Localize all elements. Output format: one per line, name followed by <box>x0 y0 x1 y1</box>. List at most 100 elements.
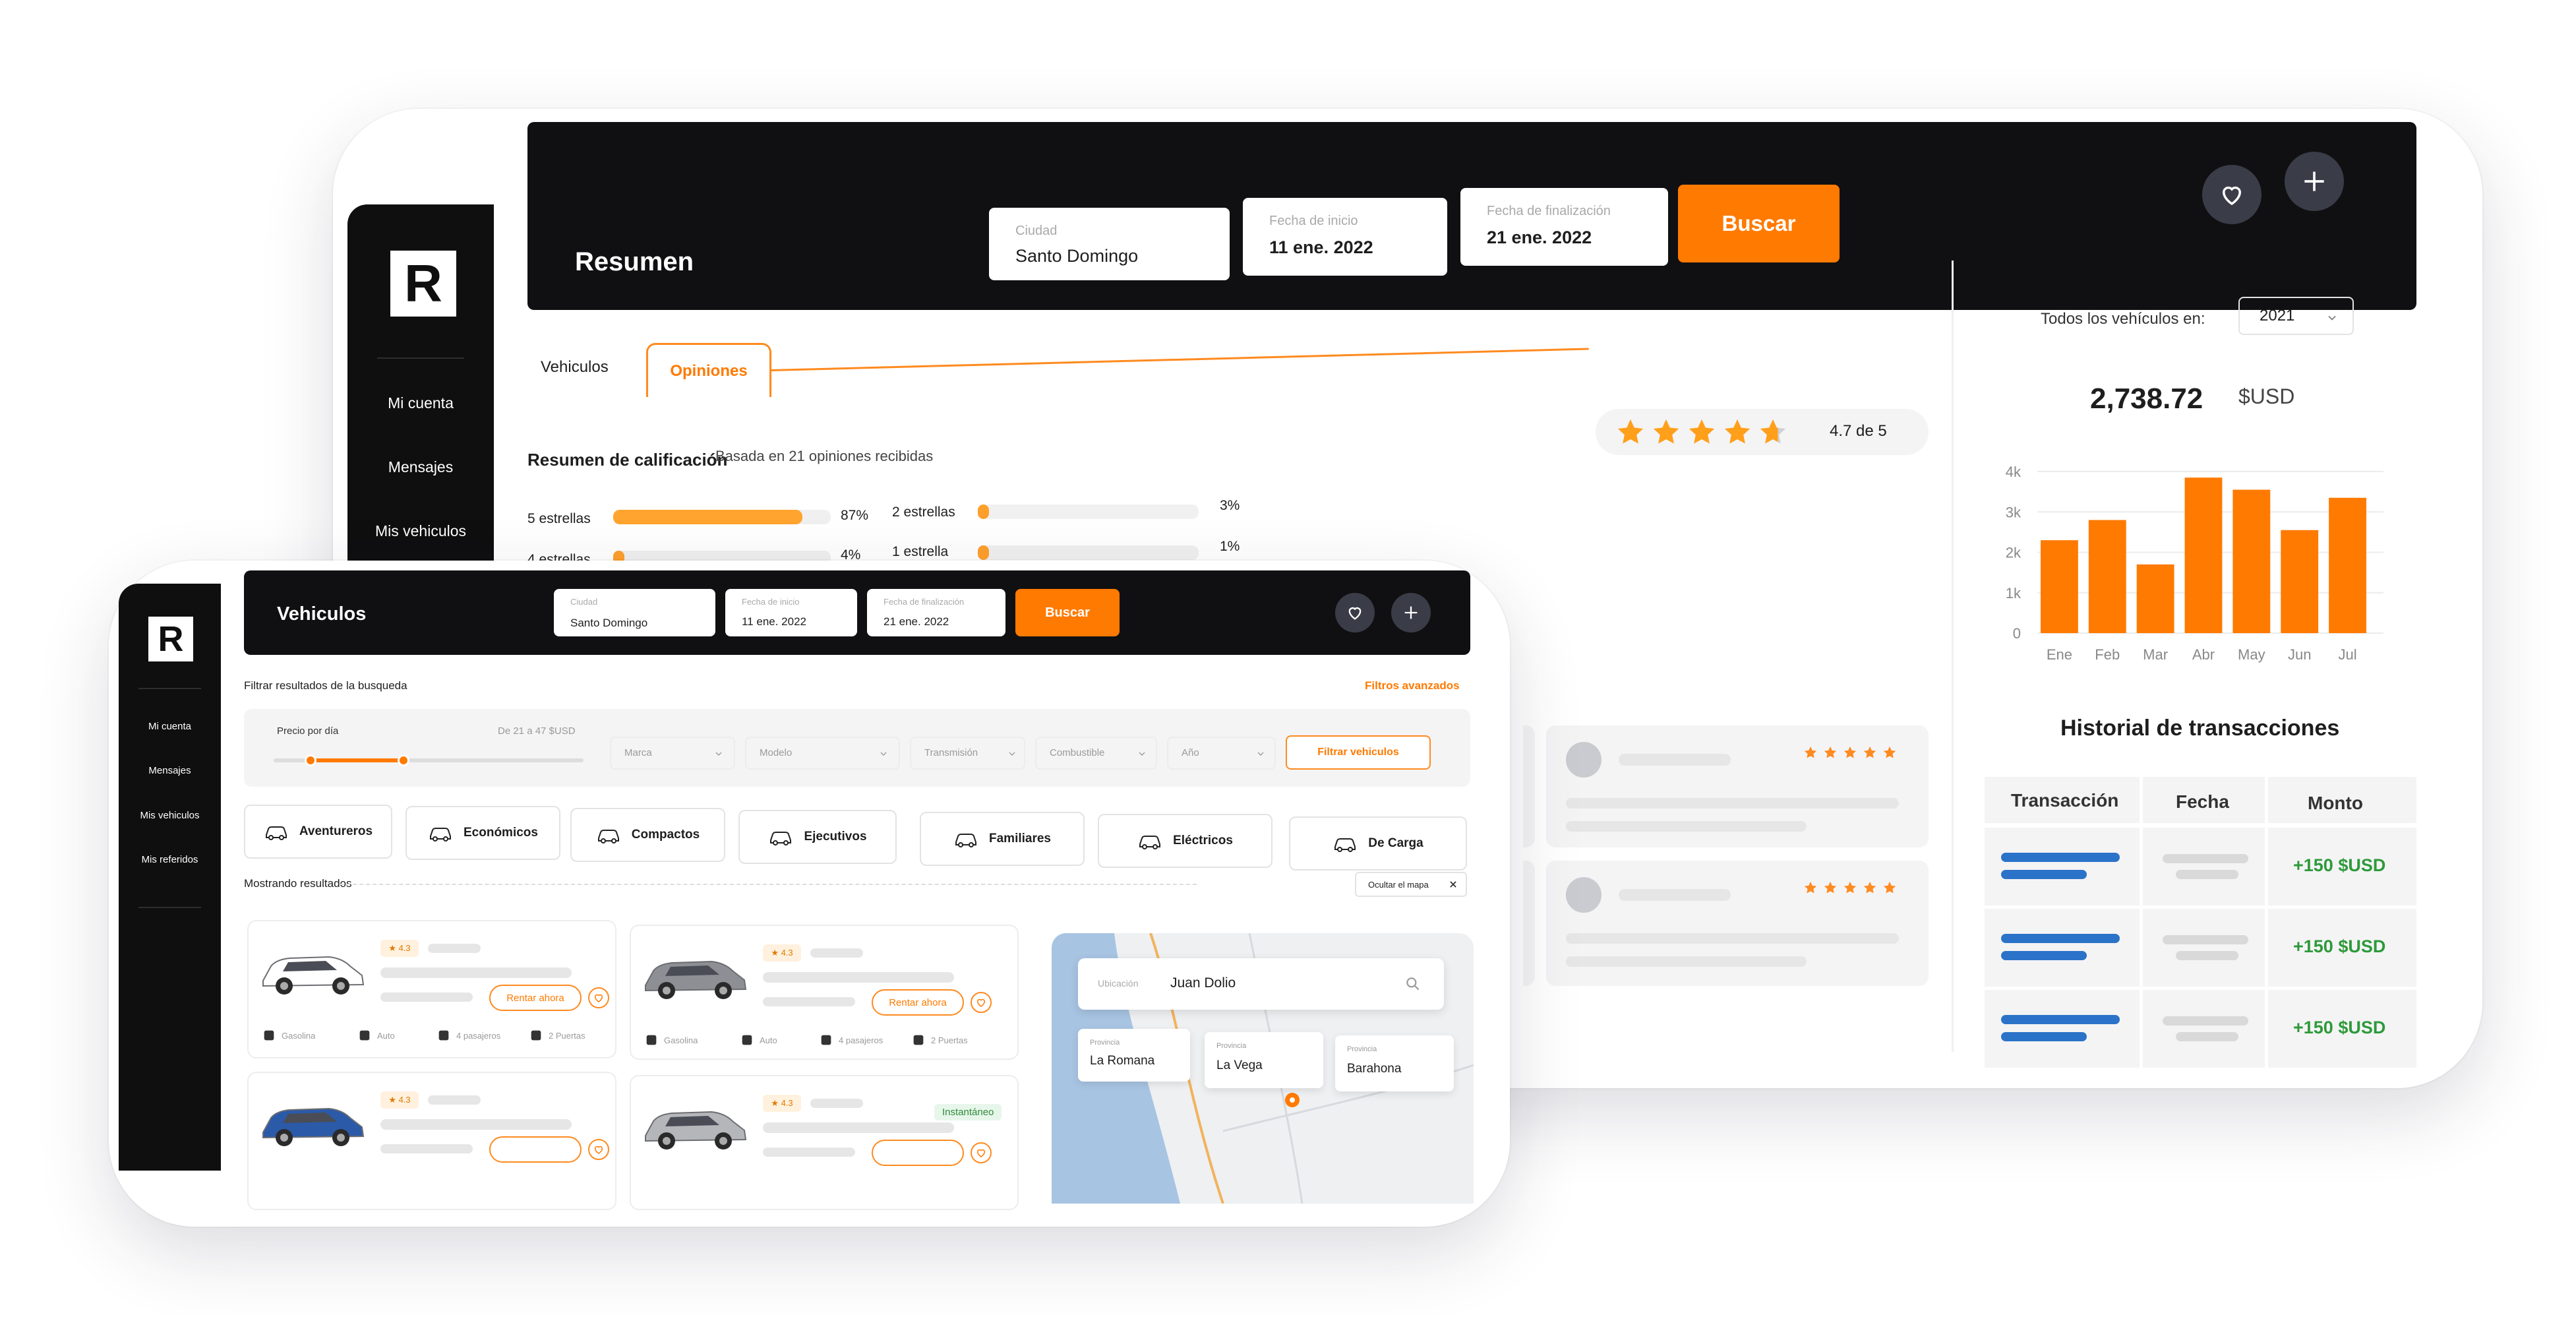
favorite-button[interactable] <box>588 1139 609 1160</box>
favorite-button[interactable] <box>588 987 609 1008</box>
table-cell <box>1985 909 2140 987</box>
category-familiares[interactable]: Familiares <box>920 812 1085 866</box>
car-icon <box>430 828 451 842</box>
advanced-filters-link[interactable]: Filtros avanzados <box>1365 679 1460 692</box>
year-select[interactable]: 2021 <box>2238 297 2354 335</box>
sidebar-item-mis-vehiculos[interactable]: Mis vehiculos <box>347 522 494 540</box>
province-card[interactable]: Provincia La Romana <box>1078 1029 1190 1082</box>
rent-now-button[interactable] <box>872 1140 964 1166</box>
amount-value: +150 $USD <box>2293 936 2386 956</box>
end-date-field[interactable]: Fecha de finalización 21 ene. 2022 <box>867 589 1005 636</box>
favorites-button[interactable] <box>1335 593 1375 632</box>
sidebar-item-mi-cuenta[interactable]: Mi cuenta <box>347 394 494 412</box>
subtitle-placeholder <box>380 1144 473 1153</box>
spec-fuel: Gasolina <box>262 1028 315 1043</box>
search-button[interactable]: Buscar <box>1015 589 1120 636</box>
heart-icon <box>2222 186 2242 206</box>
title-placeholder <box>380 967 572 978</box>
category-eléctricos[interactable]: Eléctricos <box>1098 814 1273 868</box>
sidebar: R Mi cuenta Mensajes Mis vehiculos Mis r… <box>119 584 221 1171</box>
spec-seats: 4 pasajeros <box>819 1033 883 1047</box>
rating-row-label: 2 estrellas <box>892 505 955 520</box>
province-card[interactable]: Provincia La Vega <box>1205 1032 1323 1088</box>
results-map[interactable]: Ubicación Juan Dolio Provincia La Romana… <box>1052 933 1474 1204</box>
star-icon <box>1843 746 1857 758</box>
stats-total: 2,738.72 <box>2090 383 2203 415</box>
vehicle-card[interactable]: ★ 4.3 Instantáneo <box>630 1075 1019 1210</box>
review-stars <box>1803 880 1897 895</box>
sidebar-item-mis-referidos[interactable]: Mis referidos <box>119 854 221 865</box>
title-placeholder <box>428 1095 481 1105</box>
rent-now-button[interactable] <box>489 1136 582 1163</box>
x-tick-label: Abr <box>2192 646 2215 663</box>
vehicle-card[interactable]: ★ 4.3 Rentar ahora Gasolina Auto 4 pasajeros… <box>630 925 1019 1060</box>
city-field[interactable]: Ciudad Santo Domingo <box>554 589 715 636</box>
x-tick-label: Jun <box>2288 646 2311 663</box>
star-icon <box>1804 746 1817 758</box>
star-icon <box>1863 881 1876 894</box>
hide-map-button[interactable]: Ocultar el mapa <box>1355 872 1467 897</box>
category-label: Ejecutivos <box>804 830 867 843</box>
star-icon <box>1653 419 1679 444</box>
gas-pump-icon <box>646 1035 657 1045</box>
price-slider-handle-max[interactable] <box>398 754 410 766</box>
transmission-select[interactable]: Transmisión <box>910 737 1025 770</box>
category-compactos[interactable]: Compactos <box>570 808 725 862</box>
rating-badge: ★ 4.3 <box>763 1095 801 1112</box>
car-icon <box>597 830 619 843</box>
add-button[interactable] <box>1391 593 1431 632</box>
fuel-select[interactable]: Combustible <box>1035 737 1157 770</box>
rent-now-button[interactable]: Rentar ahora <box>489 985 582 1011</box>
rating-badge: ★ 4.3 <box>763 944 801 962</box>
start-date-field[interactable]: Fecha de inicio 11 ene. 2022 <box>1243 198 1447 276</box>
category-ejecutivos[interactable]: Ejecutivos <box>738 810 897 864</box>
sidebar-divider <box>138 688 201 689</box>
category-de-carga[interactable]: De Carga <box>1289 816 1467 871</box>
category-label: Económicos <box>464 826 538 840</box>
model-select[interactable]: Modelo <box>745 737 900 770</box>
bar <box>2184 477 2223 633</box>
sidebar-item-mis-vehiculos[interactable]: Mis vehiculos <box>119 810 221 821</box>
star-icon <box>1843 881 1857 894</box>
tab-vehiculos[interactable]: Vehiculos <box>541 358 609 377</box>
sidebar-item-mensajes[interactable]: Mensajes <box>119 765 221 776</box>
filter-vehicles-button[interactable]: Filtrar vehiculos <box>1286 735 1431 770</box>
vehicle-card[interactable]: ★ 4.3 <box>247 1072 616 1210</box>
brand-select[interactable]: Marca <box>610 737 735 770</box>
review-text-placeholder <box>1566 956 1807 967</box>
car-photo <box>645 1111 747 1149</box>
star-icon <box>1824 746 1837 758</box>
sidebar-item-mensajes[interactable]: Mensajes <box>347 458 494 476</box>
bar <box>2088 520 2126 633</box>
sidebar-item-mi-cuenta[interactable]: Mi cuenta <box>119 721 221 732</box>
category-económicos[interactable]: Económicos <box>405 806 560 860</box>
price-slider-handle-min[interactable] <box>305 754 317 766</box>
transactions-title: Historial de transacciones <box>2060 716 2340 741</box>
location-search-field[interactable]: Ubicación Juan Dolio <box>1078 958 1444 1010</box>
chevron-down-icon <box>880 752 887 756</box>
vehicle-card[interactable]: ★ 4.3 Rentar ahora Gasolina Auto 4 pasajeros… <box>247 920 616 1058</box>
app-logo: R <box>390 251 456 317</box>
city-field[interactable]: Ciudad Santo Domingo <box>989 208 1230 280</box>
start-date-field[interactable]: Fecha de inicio 11 ene. 2022 <box>725 589 857 636</box>
tab-opiniones[interactable]: Opiniones <box>646 343 771 397</box>
favorite-button[interactable] <box>971 992 992 1013</box>
province-card[interactable]: Provincia Barahona <box>1335 1035 1454 1091</box>
rent-now-button[interactable]: Rentar ahora <box>872 989 964 1016</box>
people-icon <box>821 1035 831 1045</box>
bar <box>2329 497 2366 633</box>
spec-seats: 4 pasajeros <box>436 1028 500 1043</box>
search-button[interactable]: Buscar <box>1678 185 1840 262</box>
add-button[interactable] <box>2285 152 2344 211</box>
price-slider[interactable] <box>274 754 584 766</box>
year-select[interactable]: Año <box>1167 737 1276 770</box>
date-placeholder <box>2163 854 2248 863</box>
favorite-button[interactable] <box>971 1142 992 1163</box>
category-aventureros[interactable]: Aventureros <box>244 805 392 859</box>
sidebar-divider <box>138 907 201 908</box>
title-placeholder <box>810 1099 863 1108</box>
favorites-button[interactable] <box>2202 165 2261 224</box>
car-icon <box>265 826 287 840</box>
end-date-field[interactable]: Fecha de finalización 21 ene. 2022 <box>1460 188 1668 266</box>
column-divider <box>1952 260 1954 1052</box>
